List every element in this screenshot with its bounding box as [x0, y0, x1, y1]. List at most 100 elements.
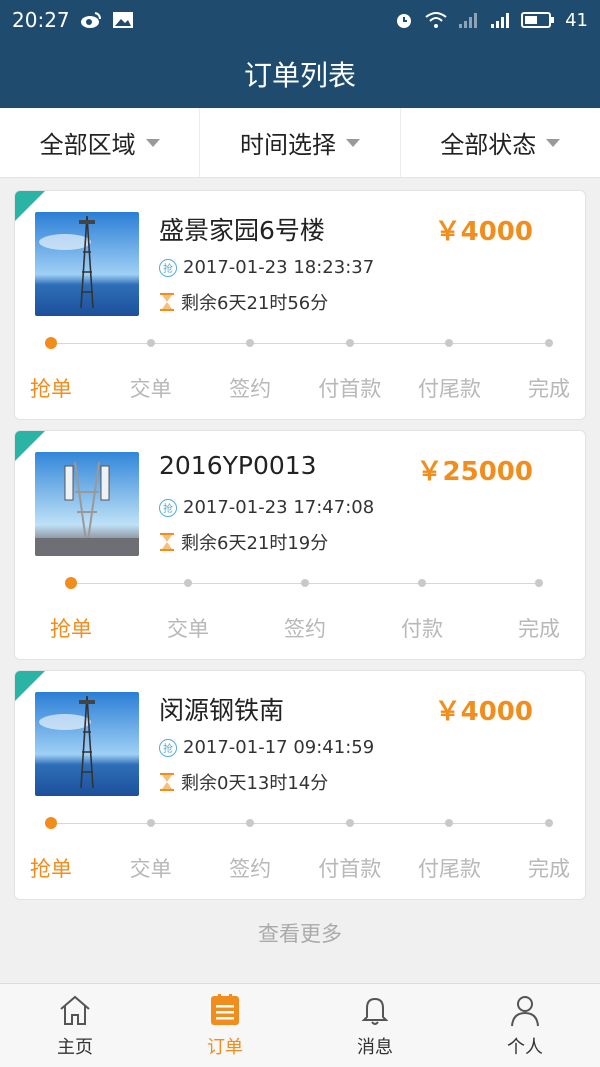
- order-card[interactable]: 闵源钢铁南 ￥4000 抢 2017-01-17 09:41:59 剩余0天13…: [14, 670, 586, 900]
- progress-step-label: 完成: [528, 377, 570, 401]
- progress-step-dot: [301, 579, 309, 587]
- tab-profile-label: 个人: [507, 1036, 543, 1058]
- progress-step-label: 抢单: [30, 377, 72, 401]
- progress-step-dot: [535, 579, 543, 587]
- wifi-icon: [425, 12, 447, 28]
- order-list-icon: [211, 993, 239, 1025]
- progress-step-label: 抢单: [30, 857, 72, 881]
- progress-steps: 抢单 交单 签约 付款 完成: [15, 571, 585, 651]
- progress-step-dot: [146, 339, 155, 347]
- order-name: 盛景家园6号楼: [159, 216, 325, 245]
- hourglass-icon: [160, 773, 174, 791]
- order-card[interactable]: 盛景家园6号楼 ￥4000 抢 2017-01-23 18:23:37 剩余6天…: [14, 190, 586, 420]
- progress-step-label: 交单: [167, 617, 209, 641]
- progress-step-dot: [345, 339, 354, 347]
- progress-step-dot: [445, 339, 454, 347]
- order-remaining-row: 剩余6天21时56分: [159, 289, 328, 315]
- status-time: 20:27: [12, 8, 70, 32]
- battery-icon: [521, 12, 555, 28]
- progress-step-label: 签约: [229, 377, 272, 401]
- order-remaining-row: 剩余0天13时14分: [159, 769, 328, 795]
- progress-step-dot: [65, 577, 77, 589]
- order-remaining: 剩余0天13时14分: [181, 773, 329, 794]
- filter-region[interactable]: 全部区域: [0, 108, 201, 177]
- order-remaining: 剩余6天21时56分: [181, 293, 329, 314]
- page-header: 订单列表: [0, 40, 600, 108]
- progress-step-label: 抢单: [50, 617, 92, 641]
- order-time: 2017-01-23 17:47:08: [183, 497, 375, 518]
- order-time: 2017-01-23 18:23:37: [183, 257, 375, 278]
- load-more-link[interactable]: 查看更多: [0, 918, 600, 948]
- caret-down-icon: [345, 138, 360, 147]
- tab-messages-label: 消息: [357, 1036, 393, 1058]
- progress-step-dot: [45, 817, 57, 829]
- tower-thumbnail: [35, 692, 139, 796]
- grab-badge-icon: 抢: [159, 498, 177, 517]
- filter-region-label: 全部区域: [39, 131, 136, 159]
- progress-step-dot: [146, 819, 155, 827]
- progress-step-dot: [545, 339, 553, 347]
- filter-time-label: 时间选择: [239, 131, 336, 159]
- status-bar: 20:27 41: [0, 0, 600, 40]
- filter-status[interactable]: 全部状态: [401, 108, 600, 177]
- signal-4g-icon: [491, 13, 510, 28]
- filter-status-label: 全部状态: [440, 131, 537, 159]
- tab-messages[interactable]: 消息: [300, 984, 450, 1067]
- progress-step-dot: [445, 819, 454, 827]
- progress-step-label: 付款: [401, 617, 443, 641]
- caret-down-icon: [145, 138, 160, 147]
- progress-step-dot: [545, 819, 553, 827]
- order-card[interactable]: 2016YP0013 ￥25000 抢 2017-01-23 17:47:08 …: [14, 430, 586, 660]
- progress-step-label: 签约: [284, 617, 326, 641]
- order-time-row: 抢 2017-01-17 09:41:59: [159, 737, 374, 758]
- progress-step-dot: [246, 819, 255, 827]
- order-name: 闵源钢铁南: [159, 696, 285, 725]
- tab-orders[interactable]: 订单: [150, 984, 300, 1067]
- home-icon: [60, 995, 90, 1025]
- bell-icon: [361, 997, 389, 1025]
- bottom-tab-bar: 主页 订单 消息 个人: [0, 983, 600, 1067]
- tab-profile[interactable]: 个人: [450, 984, 600, 1067]
- tab-home-label: 主页: [57, 1036, 93, 1058]
- filter-bar: 全部区域 时间选择 全部状态: [0, 108, 600, 178]
- tower-thumbnail: [35, 452, 139, 556]
- grab-badge-icon: 抢: [159, 258, 177, 277]
- progress-step-label: 付首款: [318, 857, 382, 881]
- progress-step-label: 交单: [129, 857, 172, 881]
- weibo-icon: [80, 12, 101, 28]
- order-price: ￥4000: [434, 697, 533, 727]
- progress-steps: 抢单 交单 签约 付首款 付尾款 完成: [15, 331, 585, 411]
- page-title: 订单列表: [243, 59, 356, 92]
- hourglass-icon: [160, 533, 174, 551]
- progress-track: [51, 823, 549, 824]
- progress-step-label: 完成: [528, 857, 570, 881]
- tab-home[interactable]: 主页: [0, 984, 150, 1067]
- progress-step-label: 签约: [229, 857, 272, 881]
- progress-track: [51, 343, 549, 344]
- tab-orders-label: 订单: [207, 1036, 243, 1058]
- order-remaining-row: 剩余6天21时19分: [159, 529, 328, 555]
- filter-time[interactable]: 时间选择: [200, 108, 401, 177]
- progress-step-label: 付首款: [318, 377, 382, 401]
- alarm-icon: [397, 14, 412, 28]
- progress-step-dot: [345, 819, 354, 827]
- battery-level: 41: [565, 9, 588, 31]
- order-remaining: 剩余6天21时19分: [181, 533, 329, 554]
- progress-step-label: 付尾款: [417, 857, 481, 881]
- hourglass-icon: [160, 293, 174, 311]
- signal-icon: [459, 13, 478, 28]
- progress-step-dot: [418, 579, 426, 587]
- progress-step-dot: [45, 337, 57, 349]
- order-name: 2016YP0013: [159, 451, 317, 480]
- order-time-row: 抢 2017-01-23 18:23:37: [159, 257, 374, 278]
- order-list: 盛景家园6号楼 ￥4000 抢 2017-01-23 18:23:37 剩余6天…: [14, 190, 586, 910]
- order-time-row: 抢 2017-01-23 17:47:08: [159, 497, 374, 518]
- order-price: ￥25000: [416, 457, 533, 487]
- progress-step-label: 付尾款: [417, 377, 481, 401]
- progress-step-dot: [246, 339, 255, 347]
- order-time: 2017-01-17 09:41:59: [183, 737, 375, 758]
- progress-step-label: 交单: [129, 377, 172, 401]
- progress-steps: 抢单 交单 签约 付首款 付尾款 完成: [15, 811, 585, 891]
- caret-down-icon: [546, 138, 561, 147]
- image-icon: [112, 12, 133, 28]
